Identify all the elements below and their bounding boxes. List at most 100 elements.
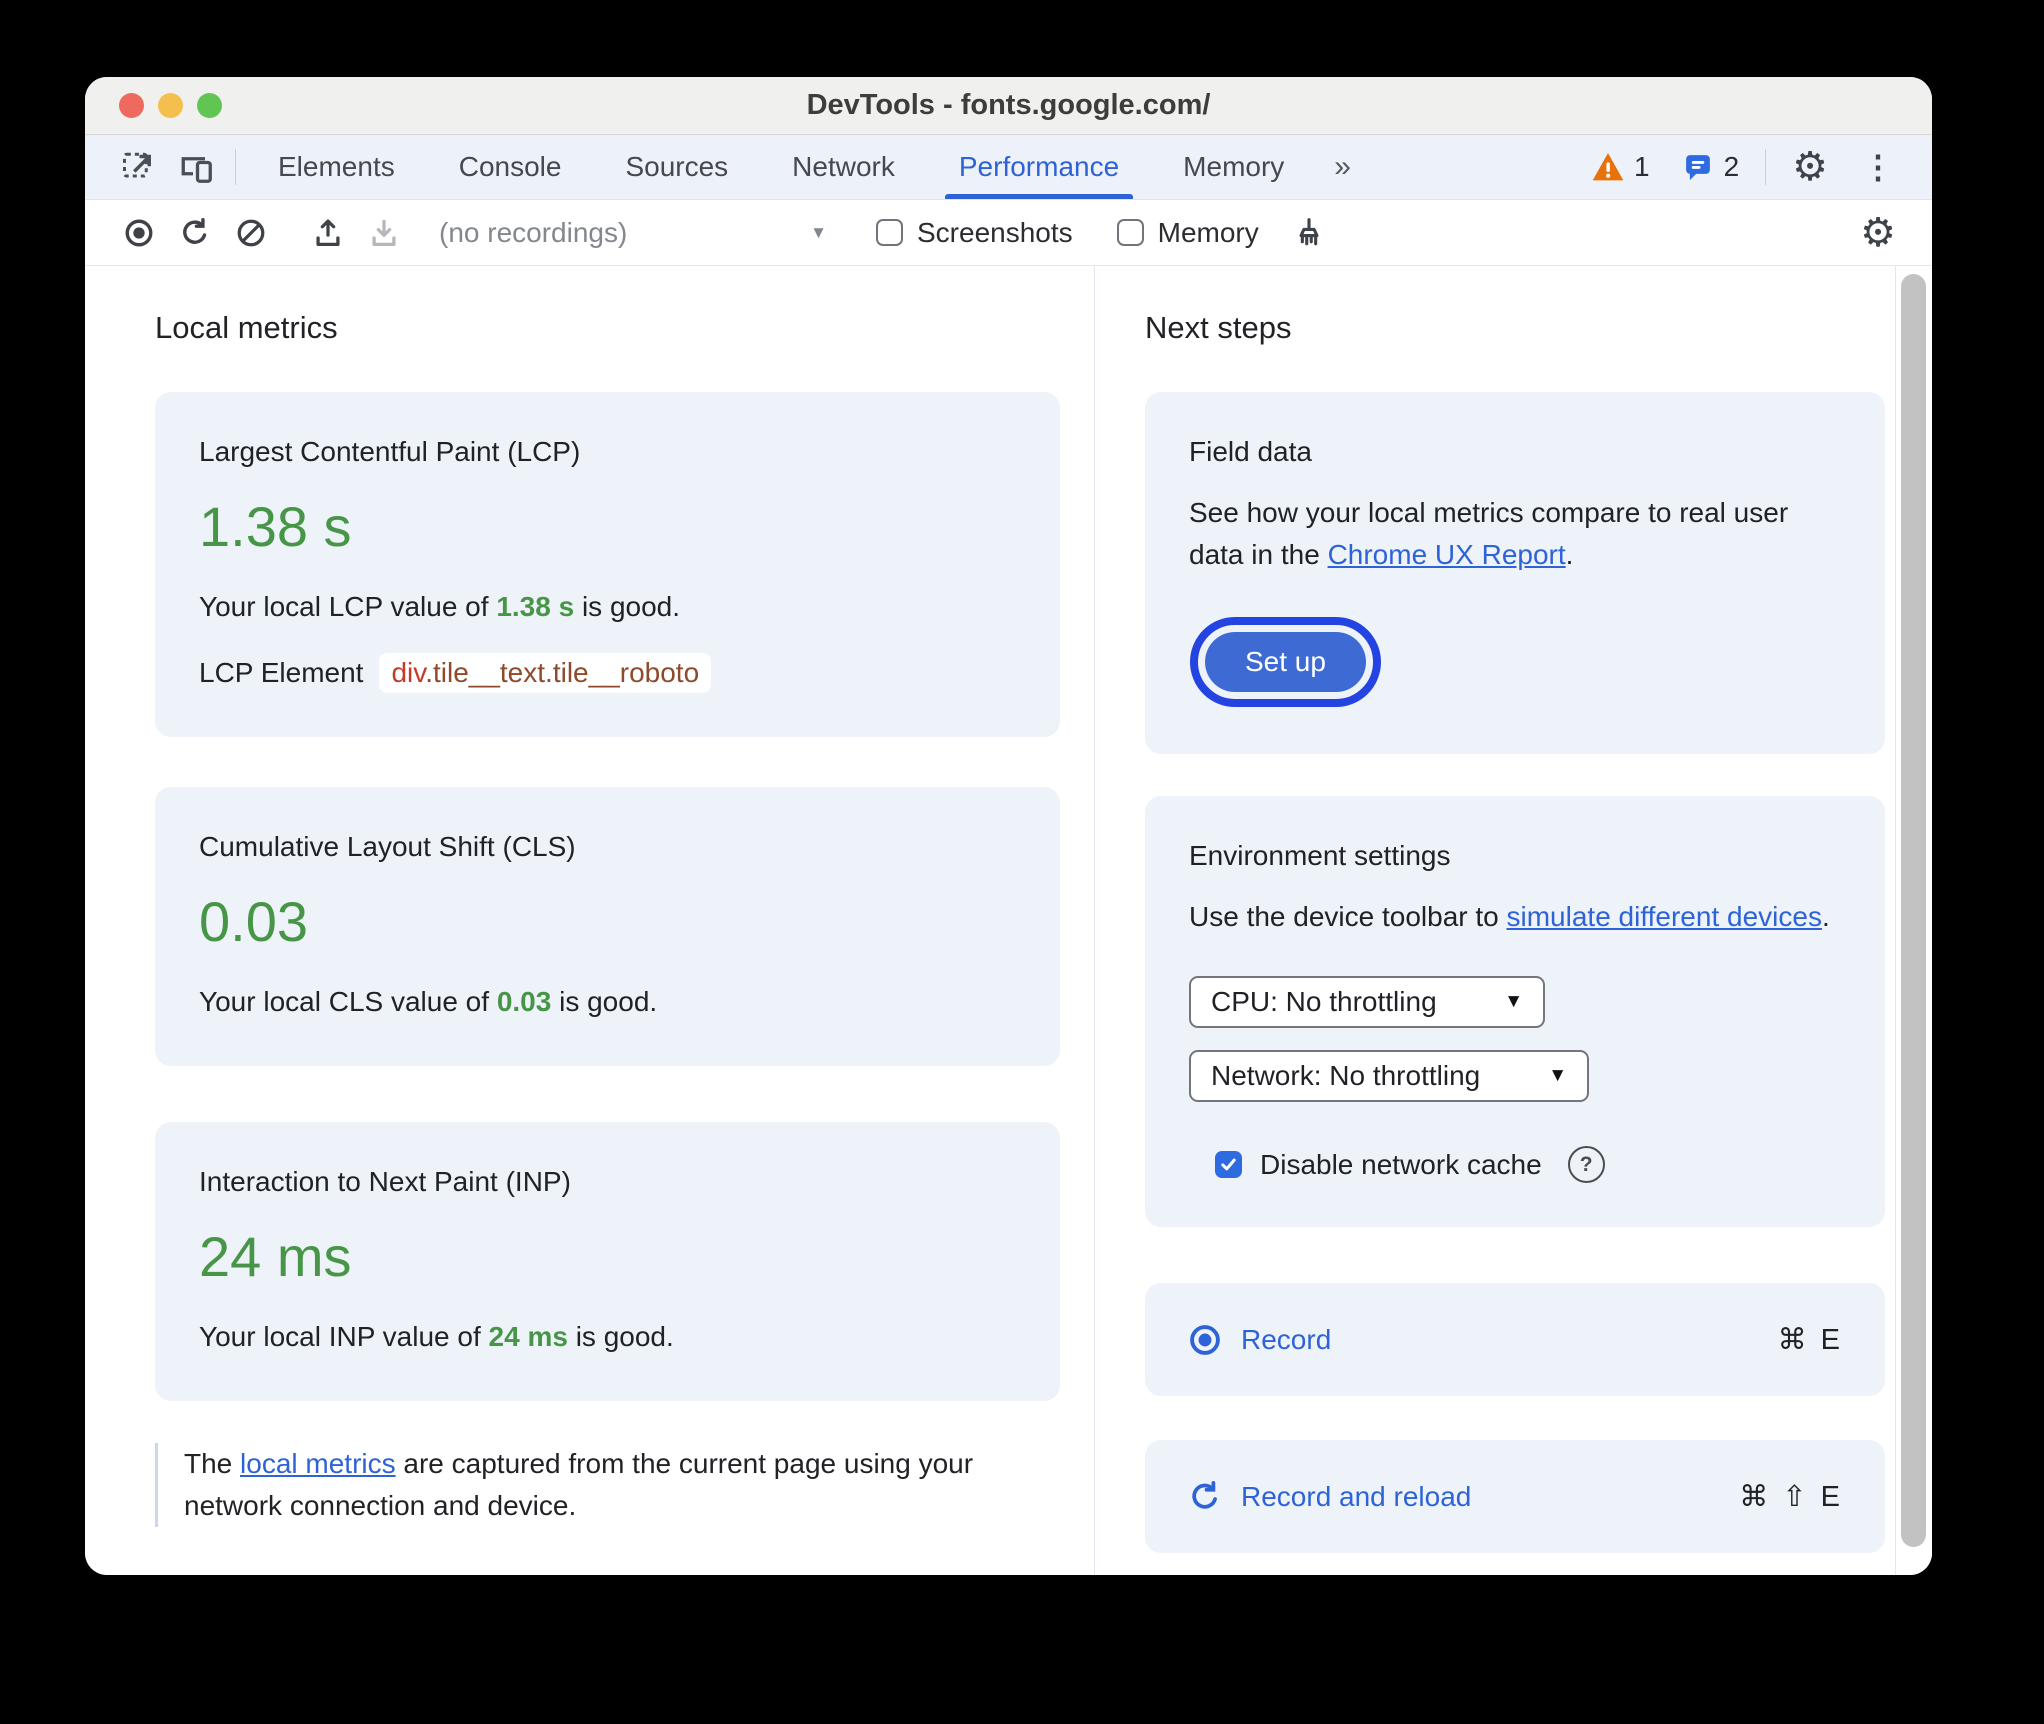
network-throttling-value: Network: No throttling — [1211, 1060, 1481, 1091]
network-throttling-select[interactable]: Network: No throttling ▼ — [1189, 1050, 1589, 1102]
record-action[interactable]: Record ⌘ E — [1145, 1283, 1885, 1396]
field-data-title: Field data — [1189, 436, 1312, 467]
local-metrics-note: The local metrics are captured from the … — [155, 1443, 1015, 1527]
lcp-element-link[interactable]: div.tile__text.tile__roboto — [379, 653, 712, 693]
next-steps-heading: Next steps — [1145, 310, 1292, 345]
minimize-window-button[interactable] — [158, 93, 183, 118]
screenshots-label: Screenshots — [917, 216, 1073, 248]
checkbox-unchecked-icon — [876, 219, 903, 246]
screenshots-checkbox[interactable]: Screenshots — [876, 217, 1073, 249]
inspect-element-icon[interactable] — [109, 135, 167, 199]
cls-card-title: Cumulative Layout Shift (CLS) — [199, 831, 576, 862]
disable-network-cache-label: Disable network cache — [1260, 1148, 1542, 1180]
environment-settings-card: Environment settings Use the device tool… — [1145, 796, 1885, 1227]
note-prefix: The — [184, 1448, 241, 1479]
tab-memory[interactable]: Memory — [1175, 135, 1292, 199]
lcp-element-row: LCP Element div.tile__text.tile__roboto — [199, 653, 1016, 693]
lcp-card: Largest Contentful Paint (LCP) 1.38 s Yo… — [155, 392, 1060, 737]
tab-performance[interactable]: Performance — [944, 135, 1134, 199]
more-tabs-icon[interactable]: » — [1334, 135, 1353, 199]
inp-card: Interaction to Next Paint (INP) 24 ms Yo… — [155, 1122, 1060, 1401]
cls-desc-prefix: Your local CLS value of — [199, 986, 497, 1017]
lcp-element-tag: div — [391, 657, 426, 688]
cls-description: Your local CLS value of 0.03 is good. — [199, 982, 1016, 1022]
issues-badge[interactable]: 2 — [1682, 135, 1740, 199]
devtools-tabbar: Elements Console Sources Network Perform… — [85, 135, 1932, 200]
crux-report-link[interactable]: Chrome UX Report — [1328, 539, 1566, 570]
device-toolbar-icon[interactable] — [167, 135, 225, 199]
capture-settings-gear-icon[interactable]: ⚙ — [1860, 210, 1896, 256]
checkbox-unchecked-icon — [1116, 219, 1144, 246]
recordings-dropdown-value: (no recordings) — [439, 216, 628, 248]
inp-desc-prefix: Your local INP value of — [199, 1321, 489, 1352]
disable-network-cache-row: Disable network cache ? — [1189, 1146, 1841, 1183]
memory-label: Memory — [1157, 216, 1259, 248]
settings-gear-icon[interactable]: ⚙ — [1792, 135, 1828, 199]
save-profile-icon — [356, 209, 412, 257]
performance-toolbar: (no recordings) ▼ Screenshots Memory ⚙ — [85, 200, 1932, 266]
warnings-badge[interactable]: 1 — [1592, 135, 1650, 199]
local-metrics-heading: Local metrics — [155, 310, 338, 345]
record-label: Record — [1241, 1323, 1332, 1355]
dropdown-arrow-icon: ▼ — [810, 222, 827, 242]
warning-count: 1 — [1633, 151, 1650, 182]
local-metrics-link[interactable]: local metrics — [240, 1448, 396, 1479]
record-and-reload-label: Record and reload — [1241, 1480, 1472, 1512]
more-options-icon[interactable]: ⋮ — [1862, 135, 1894, 199]
tab-elements[interactable]: Elements — [270, 135, 403, 199]
clear-button[interactable] — [223, 209, 279, 257]
scrollbar-track[interactable] — [1895, 266, 1932, 1575]
cpu-throttling-value: CPU: No throttling — [1211, 986, 1437, 1017]
environment-settings-body: Use the device toolbar to simulate diffe… — [1189, 896, 1841, 938]
record-and-reload-action[interactable]: Record and reload ⌘ ⇧ E — [1145, 1440, 1885, 1553]
dropdown-arrow-icon: ▼ — [1548, 1065, 1567, 1086]
titlebar: DevTools - fonts.google.com/ — [85, 77, 1932, 135]
inp-desc-value: 24 ms — [488, 1321, 568, 1352]
cls-card: Cumulative Layout Shift (CLS) 0.03 Your … — [155, 787, 1060, 1066]
panel-content: Local metrics Largest Contentful Paint (… — [85, 266, 1932, 1575]
cls-desc-value: 0.03 — [496, 986, 552, 1017]
setup-button-wrap: Set up — [1189, 617, 1841, 707]
reload-icon — [1192, 1480, 1217, 1509]
divider — [1765, 149, 1767, 185]
lcp-value: 1.38 s — [199, 495, 352, 558]
inp-description: Your local INP value of 24 ms is good. — [199, 1317, 1016, 1357]
record-and-reload-button[interactable] — [167, 209, 223, 257]
field-data-card: Field data See how your local metrics co… — [1145, 392, 1885, 754]
fullscreen-window-button[interactable] — [197, 93, 222, 118]
tab-network[interactable]: Network — [784, 135, 903, 199]
env-body-suffix: . — [1821, 901, 1830, 932]
lcp-element-classes: .tile__text.tile__roboto — [425, 657, 700, 688]
lcp-desc-suffix: is good. — [574, 591, 681, 622]
scrollbar-thumb[interactable] — [1901, 274, 1926, 1547]
simulate-devices-link[interactable]: simulate different devices — [1507, 901, 1822, 932]
memory-checkbox[interactable]: Memory — [1116, 216, 1259, 249]
traffic-lights — [119, 77, 222, 134]
cls-value: 0.03 — [199, 890, 308, 953]
issues-count: 2 — [1723, 151, 1740, 182]
window-title: DevTools - fonts.google.com/ — [806, 89, 1211, 121]
field-data-body: See how your local metrics compare to re… — [1189, 492, 1841, 576]
cpu-throttling-select[interactable]: CPU: No throttling ▼ — [1189, 976, 1545, 1028]
lcp-desc-value: 1.38 s — [496, 591, 575, 622]
set-up-button[interactable]: Set up — [1190, 617, 1381, 707]
lcp-desc-prefix: Your local LCP value of — [199, 591, 497, 622]
lcp-card-title: Largest Contentful Paint (LCP) — [199, 436, 581, 467]
dropdown-arrow-icon: ▼ — [1504, 991, 1523, 1012]
tab-sources[interactable]: Sources — [617, 135, 736, 199]
tab-console[interactable]: Console — [451, 135, 570, 199]
load-profile-icon[interactable] — [300, 209, 356, 257]
close-window-button[interactable] — [119, 93, 144, 118]
lcp-description: Your local LCP value of 1.38 s is good. — [199, 587, 1016, 627]
env-body-prefix: Use the device toolbar to — [1189, 901, 1507, 932]
environment-settings-title: Environment settings — [1189, 840, 1451, 871]
field-data-body-suffix: . — [1565, 539, 1574, 570]
record-button[interactable] — [111, 209, 167, 257]
help-icon[interactable]: ? — [1567, 1146, 1605, 1183]
local-metrics-panel: Local metrics Largest Contentful Paint (… — [85, 266, 1095, 1575]
inp-card-title: Interaction to Next Paint (INP) — [199, 1166, 571, 1197]
recordings-dropdown[interactable]: (no recordings) ▼ — [439, 217, 827, 249]
collect-garbage-icon[interactable] — [1281, 209, 1337, 257]
disable-network-cache-checkbox[interactable] — [1215, 1151, 1242, 1178]
